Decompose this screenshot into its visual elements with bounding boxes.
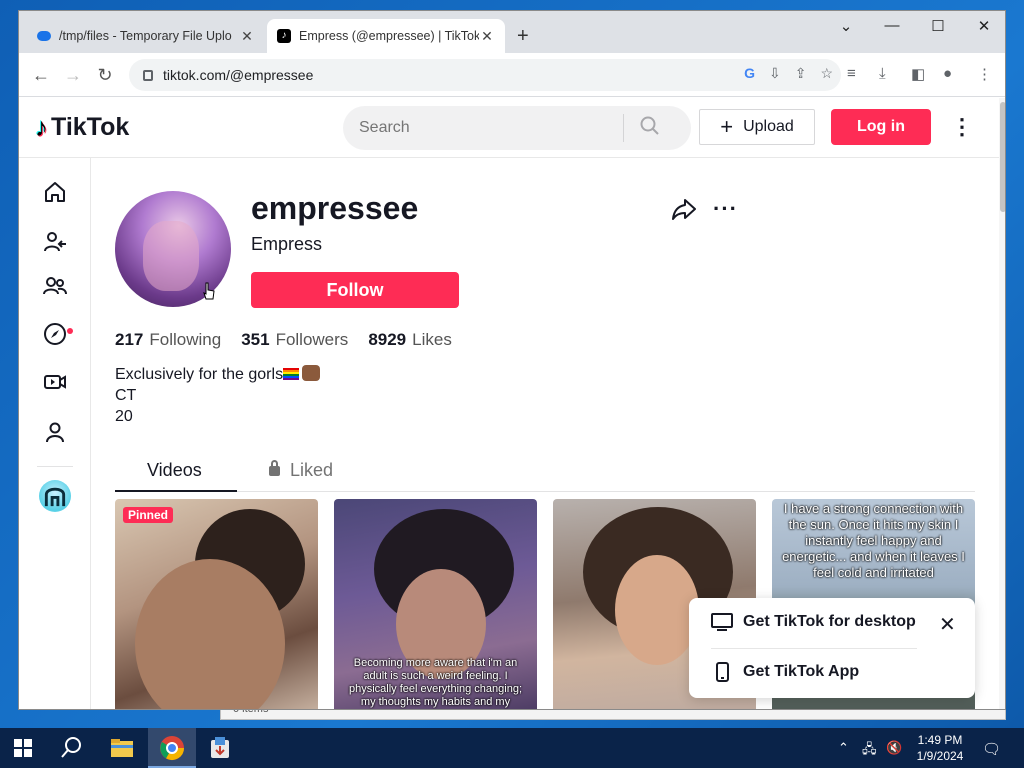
share-page-icon[interactable]: ⇪ bbox=[795, 65, 807, 82]
reload-button[interactable]: ↻ bbox=[93, 63, 117, 87]
site-header: ♪ TikTok + Upload Log in ⋮ bbox=[19, 98, 999, 158]
profile-username: empressee bbox=[251, 190, 419, 226]
search-icon[interactable] bbox=[624, 116, 676, 141]
minimize-button[interactable]: — bbox=[877, 17, 907, 34]
friends-icon[interactable] bbox=[41, 272, 69, 300]
more-actions-icon[interactable]: ··· bbox=[713, 196, 738, 222]
couple-emoji-icon bbox=[302, 365, 321, 381]
upload-button[interactable]: + Upload bbox=[699, 109, 815, 145]
tiktok-logo[interactable]: ♪ TikTok bbox=[35, 112, 129, 143]
bookmark-star-icon[interactable]: ☆ bbox=[820, 65, 833, 82]
tab-tmp-files[interactable]: /tmp/files - Temporary File Uplo ✕ bbox=[27, 19, 265, 53]
home-icon[interactable] bbox=[41, 178, 69, 206]
share-icon[interactable] bbox=[671, 198, 697, 220]
phone-icon bbox=[716, 662, 729, 682]
lock-icon bbox=[269, 459, 280, 476]
popup-divider bbox=[711, 648, 917, 649]
follow-button[interactable]: Follow bbox=[251, 272, 459, 308]
creator-tools-icon[interactable] bbox=[39, 480, 71, 512]
video-caption: I have a strong connection with the sun.… bbox=[782, 501, 965, 580]
address-bar[interactable]: tiktok.com/@empressee G ⇩ ⇪ ☆ bbox=[129, 59, 841, 91]
search-bar bbox=[343, 106, 691, 150]
notifications-icon[interactable]: 🗨 bbox=[982, 740, 1001, 758]
video-thumbnail[interactable]: Becoming more aware that i'm an adult is… bbox=[334, 499, 537, 709]
tiktok-page: ♪ TikTok + Upload Log in ⋮ bbox=[19, 98, 999, 709]
close-window-button[interactable]: ✕ bbox=[969, 17, 999, 35]
install-icon[interactable]: ⇩ bbox=[769, 65, 781, 82]
following-icon[interactable] bbox=[41, 228, 69, 256]
get-app-popup: Get TikTok for desktop Get TikTok App ✕ bbox=[689, 598, 975, 698]
chrome-icon[interactable] bbox=[158, 734, 186, 762]
url-text: tiktok.com/@empressee bbox=[163, 67, 314, 83]
tab-videos[interactable]: Videos bbox=[147, 460, 202, 481]
rainbow-flag-icon bbox=[283, 368, 300, 380]
lock-icon bbox=[143, 69, 153, 81]
profile-nickname: Empress bbox=[251, 234, 323, 254]
chevron-up-icon[interactable]: ⌃ bbox=[838, 740, 849, 756]
tab-title: /tmp/files - Temporary File Uplo bbox=[59, 29, 232, 43]
maximize-button[interactable]: ☐ bbox=[923, 17, 953, 35]
tiktok-note-icon: ♪ bbox=[35, 112, 48, 142]
get-desktop-link[interactable]: Get TikTok for desktop bbox=[711, 612, 916, 632]
mouse-cursor-icon bbox=[203, 282, 215, 300]
scrollbar-thumb[interactable] bbox=[1000, 102, 1005, 212]
forward-button[interactable]: → bbox=[61, 63, 85, 87]
active-tab-indicator bbox=[115, 490, 237, 492]
side-panel-icon[interactable]: ◧ bbox=[911, 65, 925, 83]
menu-icon[interactable]: ⋮ bbox=[977, 65, 992, 83]
taskbar: ⌃ 🖧 🔇 1:49 PM 1/9/2024 🗨 bbox=[0, 728, 1024, 768]
stat-likes: 8929 Likes bbox=[368, 330, 452, 349]
stat-followers[interactable]: 351 Followers bbox=[241, 330, 348, 350]
profile-tabs: Videos Liked bbox=[115, 456, 975, 492]
search-icon[interactable] bbox=[58, 734, 86, 762]
back-button[interactable]: ← bbox=[29, 63, 53, 87]
face-shape bbox=[615, 555, 699, 665]
nav-divider bbox=[37, 466, 73, 467]
system-clock[interactable]: 1:49 PM 1/9/2024 bbox=[910, 732, 970, 764]
get-app-link[interactable]: Get TikTok App bbox=[711, 662, 859, 682]
file-explorer-icon[interactable] bbox=[108, 734, 136, 762]
video-caption: Becoming more aware that i'm an adult is… bbox=[348, 657, 523, 708]
volume-muted-icon[interactable]: 🔇 bbox=[886, 740, 902, 756]
start-button[interactable] bbox=[14, 739, 32, 757]
app-installer-icon[interactable] bbox=[206, 734, 234, 762]
tab-search-icon[interactable]: ⌄ bbox=[831, 17, 861, 35]
stat-following[interactable]: 217 Following bbox=[115, 330, 221, 350]
cloud-upload-icon bbox=[37, 31, 51, 41]
plus-icon: + bbox=[720, 114, 734, 139]
downloads-icon[interactable]: ⤓ bbox=[879, 65, 886, 82]
tiktok-icon: ♪ bbox=[277, 29, 291, 43]
side-navigation bbox=[19, 158, 91, 709]
monitor-icon bbox=[711, 613, 733, 631]
close-tab-icon[interactable]: ✕ bbox=[239, 28, 255, 45]
close-popup-icon[interactable]: ✕ bbox=[939, 612, 956, 637]
notification-dot bbox=[67, 328, 73, 334]
new-tab-button[interactable]: + bbox=[517, 25, 529, 48]
page-scrollbar[interactable] bbox=[999, 98, 1005, 709]
profile-bio: Exclusively for the gorls CT 20 bbox=[115, 364, 321, 427]
tab-liked[interactable]: Liked bbox=[269, 459, 333, 481]
video-thumbnail[interactable]: Pinned bbox=[115, 499, 318, 709]
more-options-icon[interactable]: ⋮ bbox=[951, 114, 973, 140]
profile-stats: 217 Following 351 Followers 8929 Likes bbox=[115, 330, 452, 350]
google-icon[interactable]: G bbox=[744, 65, 755, 82]
login-button[interactable]: Log in bbox=[831, 109, 931, 145]
profile-icon[interactable]: ● bbox=[943, 65, 952, 82]
live-icon[interactable] bbox=[41, 368, 69, 396]
profile-icon[interactable] bbox=[41, 418, 69, 446]
tab-tiktok[interactable]: ♪ Empress (@empressee) | TikTok ✕ bbox=[267, 19, 505, 53]
tab-strip: /tmp/files - Temporary File Uplo ✕ ♪ Emp… bbox=[19, 11, 1005, 53]
pinned-badge: Pinned bbox=[123, 507, 174, 523]
browser-toolbar: ← → ↻ tiktok.com/@empressee G ⇩ ⇪ ☆ ≡ ⤓ … bbox=[19, 53, 1005, 97]
close-tab-icon[interactable]: ✕ bbox=[479, 28, 495, 45]
explore-icon[interactable] bbox=[41, 320, 69, 348]
network-icon[interactable]: 🖧 bbox=[862, 740, 877, 762]
reading-list-icon[interactable]: ≡ bbox=[847, 65, 856, 82]
browser-window: /tmp/files - Temporary File Uplo ✕ ♪ Emp… bbox=[18, 10, 1006, 710]
tab-title: Empress (@empressee) | TikTok bbox=[299, 29, 479, 43]
avatar-photo bbox=[143, 221, 199, 291]
search-input[interactable] bbox=[343, 119, 623, 137]
